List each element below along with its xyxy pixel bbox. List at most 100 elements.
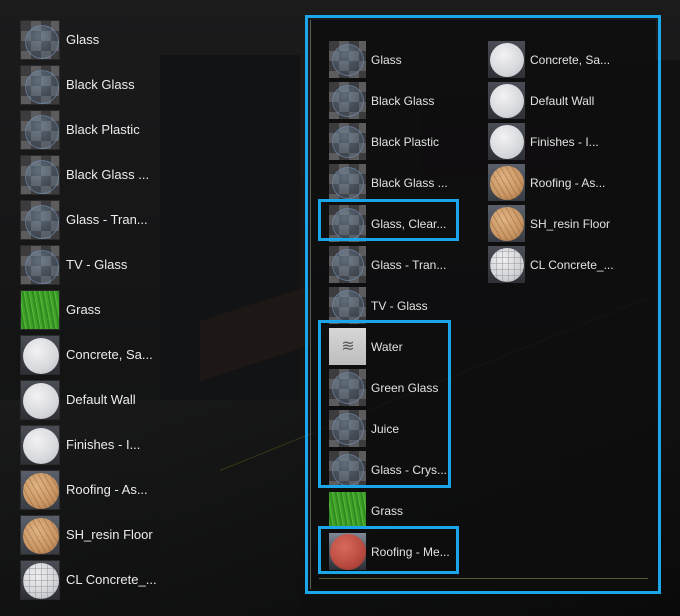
material-item-black-glass[interactable]: Black Glass ... [20,152,190,197]
material-label: Glass [371,52,402,67]
white-material-thumbnail-icon [488,82,525,119]
material-list-left: Glass Black Glass Black Plastic Black Glass… [20,17,190,602]
glass-material-thumbnail-icon [329,246,366,283]
material-item-default-wall[interactable]: Default Wall [20,377,190,422]
wood-material-thumbnail-icon [488,164,525,201]
material-item-concrete-sa[interactable]: Concrete, Sa... [20,332,190,377]
material-column-a: Glass Black Glass Black Plastic Black Glass… [329,39,450,572]
material-item-glass[interactable]: Glass [329,39,450,80]
material-label: Black Glass [371,93,435,108]
material-label: Grass [371,503,404,518]
tile-material-thumbnail-icon [20,559,60,600]
material-item-tv-glass[interactable]: TV - Glass [329,285,450,326]
material-label: Black Glass ... [371,175,448,190]
glass-material-thumbnail-icon [329,82,366,119]
material-item-cl-concrete[interactable]: CL Concrete_... [488,244,614,285]
material-label: Finishes - I... [530,134,599,149]
material-item-sh-resin-floor[interactable]: SH_resin Floor [488,203,614,244]
material-label: Grass [66,302,101,317]
material-item-concrete-sa[interactable]: Concrete, Sa... [488,39,614,80]
glass-material-thumbnail-icon [20,199,60,240]
red-material-thumbnail-icon [329,533,366,570]
material-item-glass-crys[interactable]: Glass - Crys... [329,449,450,490]
material-item-sh-resin-floor[interactable]: SH_resin Floor [20,512,190,557]
material-label: Black Plastic [371,134,440,149]
material-label: Black Glass ... [66,167,150,182]
material-label: TV - Glass [371,298,428,313]
glass-material-thumbnail-icon [329,451,366,488]
material-column-b: Concrete, Sa... Default Wall Finishes - I.… [488,39,614,285]
material-item-glass-tran[interactable]: Glass - Tran... [20,197,190,242]
material-label: Glass - Tran... [66,212,148,227]
material-item-finishes-i[interactable]: Finishes - I... [20,422,190,467]
material-label: CL Concrete_... [530,257,614,272]
white-material-thumbnail-icon [20,379,60,420]
material-label: Black Plastic [66,122,140,137]
white-material-thumbnail-icon [20,334,60,375]
glass-material-thumbnail-icon [20,64,60,105]
material-item-default-wall[interactable]: Default Wall [488,80,614,121]
material-label: Glass - Crys... [371,462,448,477]
material-item-grass[interactable]: Grass [329,490,450,531]
material-label: Roofing - Me... [371,544,450,559]
material-item-black-glass[interactable]: Black Glass ... [329,162,450,203]
material-label: Glass [66,32,100,47]
white-material-thumbnail-icon [20,424,60,465]
material-label: Default Wall [66,392,136,407]
glass-material-thumbnail-icon [329,164,366,201]
glass-material-thumbnail-icon [329,41,366,78]
material-item-cl-concrete[interactable]: CL Concrete_... [20,557,190,602]
material-label: Finishes - I... [66,437,141,452]
water-material-thumbnail-icon: ≋ [329,328,366,365]
material-item-roofing-as[interactable]: Roofing - As... [488,162,614,203]
glass-material-thumbnail-icon [329,287,366,324]
material-item-tv-glass[interactable]: TV - Glass [20,242,190,287]
water-waves-icon: ≋ [341,337,354,355]
material-label: Glass - Tran... [371,257,447,272]
material-item-black-glass[interactable]: Black Glass [20,62,190,107]
material-item-green-glass[interactable]: Green Glass [329,367,450,408]
white-material-thumbnail-icon [488,123,525,160]
wood-material-thumbnail-icon [488,205,525,242]
material-item-roofing-me[interactable]: Roofing - Me... [329,531,450,572]
material-label: SH_resin Floor [66,527,153,542]
material-item-grass[interactable]: Grass [20,287,190,332]
glass-material-thumbnail-icon [329,205,366,242]
glass-material-thumbnail-icon [20,109,60,150]
material-label: TV - Glass [66,257,128,272]
material-item-roofing-as[interactable]: Roofing - As... [20,467,190,512]
glass-material-thumbnail-icon [20,19,60,60]
material-label: Roofing - As... [66,482,148,497]
wood-material-thumbnail-icon [20,514,60,555]
material-item-water[interactable]: ≋ Water [329,326,450,367]
wood-material-thumbnail-icon [20,469,60,510]
material-item-black-plastic[interactable]: Black Plastic [329,121,450,162]
grass-material-thumbnail-icon [329,492,366,529]
material-item-black-plastic[interactable]: Black Plastic [20,107,190,152]
panel-divider [319,578,648,579]
material-label: Water [371,339,403,354]
glass-material-thumbnail-icon [20,154,60,195]
material-panel-body: Glass Black Glass Black Plastic Black Glass… [310,20,656,589]
material-item-glass-tran[interactable]: Glass - Tran... [329,244,450,285]
material-label: Default Wall [530,93,595,108]
material-label: Black Glass [66,77,135,92]
material-label: Concrete, Sa... [66,347,153,362]
material-item-juice[interactable]: Juice [329,408,450,449]
material-item-black-glass[interactable]: Black Glass [329,80,450,121]
glass-material-thumbnail-icon [20,244,60,285]
glass-material-thumbnail-icon [329,369,366,406]
glass-material-thumbnail-icon [329,410,366,447]
material-item-glass-clear[interactable]: Glass, Clear... [329,203,450,244]
material-label: SH_resin Floor [530,216,611,231]
material-label: Glass, Clear... [371,216,447,231]
white-material-thumbnail-icon [488,41,525,78]
material-label: Concrete, Sa... [530,52,611,67]
material-label: Green Glass [371,380,439,395]
material-label: Juice [371,421,400,436]
tile-material-thumbnail-icon [488,246,525,283]
material-item-glass[interactable]: Glass [20,17,190,62]
material-panel: Glass Black Glass Black Plastic Black Glass… [305,15,661,594]
material-item-finishes-i[interactable]: Finishes - I... [488,121,614,162]
grass-material-thumbnail-icon [20,289,60,330]
